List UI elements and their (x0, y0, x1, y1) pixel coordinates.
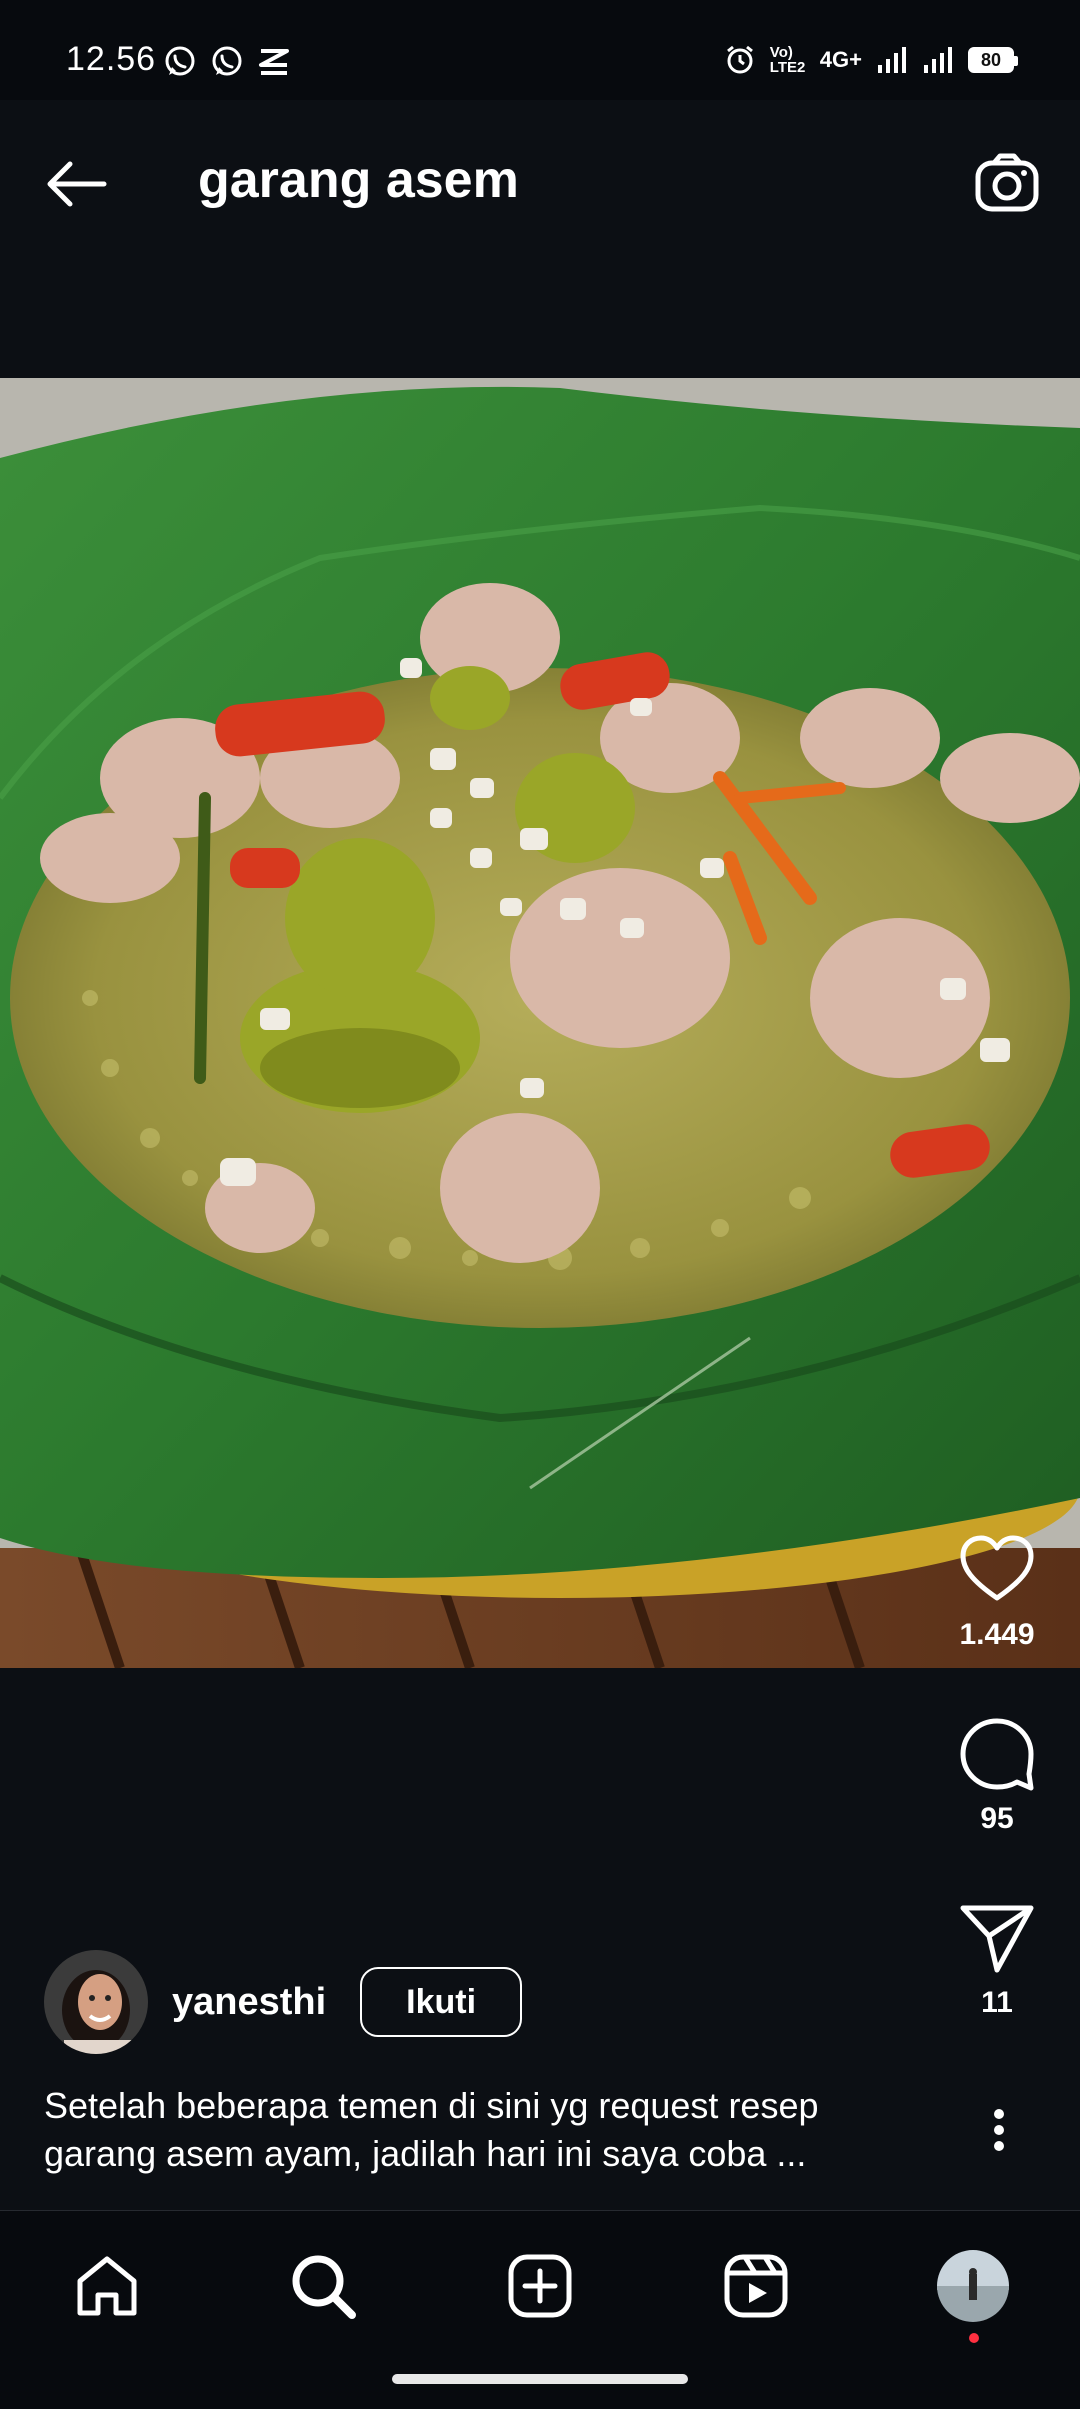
caption[interactable]: Setelah beberapa temen di sini yg reques… (44, 2082, 944, 2178)
status-time: 12.56 (66, 40, 157, 78)
reels-icon (724, 2254, 788, 2318)
heart-icon[interactable] (957, 1530, 1037, 1610)
profile-avatar (937, 2250, 1009, 2322)
camera-icon (975, 153, 1039, 212)
camera-button[interactable] (970, 146, 1044, 220)
search-icon (292, 2255, 356, 2319)
arrow-left-icon (47, 161, 107, 207)
more-options-button[interactable] (974, 2100, 1024, 2160)
home-indicator[interactable] (392, 2374, 688, 2384)
signal-icon (924, 47, 952, 73)
caption-line: Setelah beberapa temen di sini yg reques… (44, 2085, 819, 2126)
nav-profile[interactable] (928, 2241, 1018, 2343)
food-photo (0, 378, 1080, 1668)
home-icon (77, 2256, 137, 2316)
notification-dot (969, 2333, 979, 2343)
whatsapp-icon (165, 46, 195, 76)
4g-plus-icon: 4G+ (819, 47, 862, 72)
more-vertical-icon (994, 2109, 1004, 2151)
signal-icon (878, 47, 906, 73)
volte-icon: Vo) LTE2 (769, 44, 806, 76)
follow-button[interactable]: Ikuti (360, 1967, 523, 2037)
avatar-photo (44, 1950, 148, 2054)
likes-count: 1.449 (959, 1618, 1035, 1651)
nav-create[interactable] (495, 2241, 585, 2331)
post-photo[interactable] (0, 378, 1080, 1668)
share-action: 11 (934, 1898, 1060, 2020)
nav-reels[interactable] (711, 2241, 801, 2331)
alarm-icon (726, 45, 753, 74)
back-button[interactable] (40, 148, 112, 220)
avatar[interactable] (44, 1950, 148, 2054)
username[interactable]: yanesthi (172, 1981, 326, 2024)
whatsapp-icon (212, 46, 242, 76)
author-row: yanesthi Ikuti (44, 1950, 523, 2054)
comment-icon[interactable] (957, 1714, 1037, 1794)
battery-icon: 80 (968, 47, 1018, 73)
create-icon (508, 2254, 572, 2318)
caption-line: garang asem ayam, jadilah hari ini saya … (44, 2133, 807, 2174)
page-title: garang asem (198, 151, 519, 209)
send-icon[interactable] (957, 1898, 1037, 1978)
profile-photo (937, 2250, 1009, 2322)
shares-count: 11 (981, 1986, 1013, 2019)
like-action: 1.449 (934, 1530, 1060, 1652)
system-icons: Vo) LTE2 4G+ 80 (724, 44, 1018, 76)
comment-action: 95 (934, 1714, 1060, 1836)
status-bar: 12.56 Vo) LTE2 4G+ 80 (0, 0, 1080, 100)
nav-home[interactable] (62, 2241, 152, 2331)
capcut-icon (259, 49, 289, 75)
notification-icons (163, 45, 291, 79)
header: garang asem (0, 100, 1080, 270)
nav-search[interactable] (278, 2241, 368, 2331)
comments-count: 95 (980, 1802, 1014, 1835)
